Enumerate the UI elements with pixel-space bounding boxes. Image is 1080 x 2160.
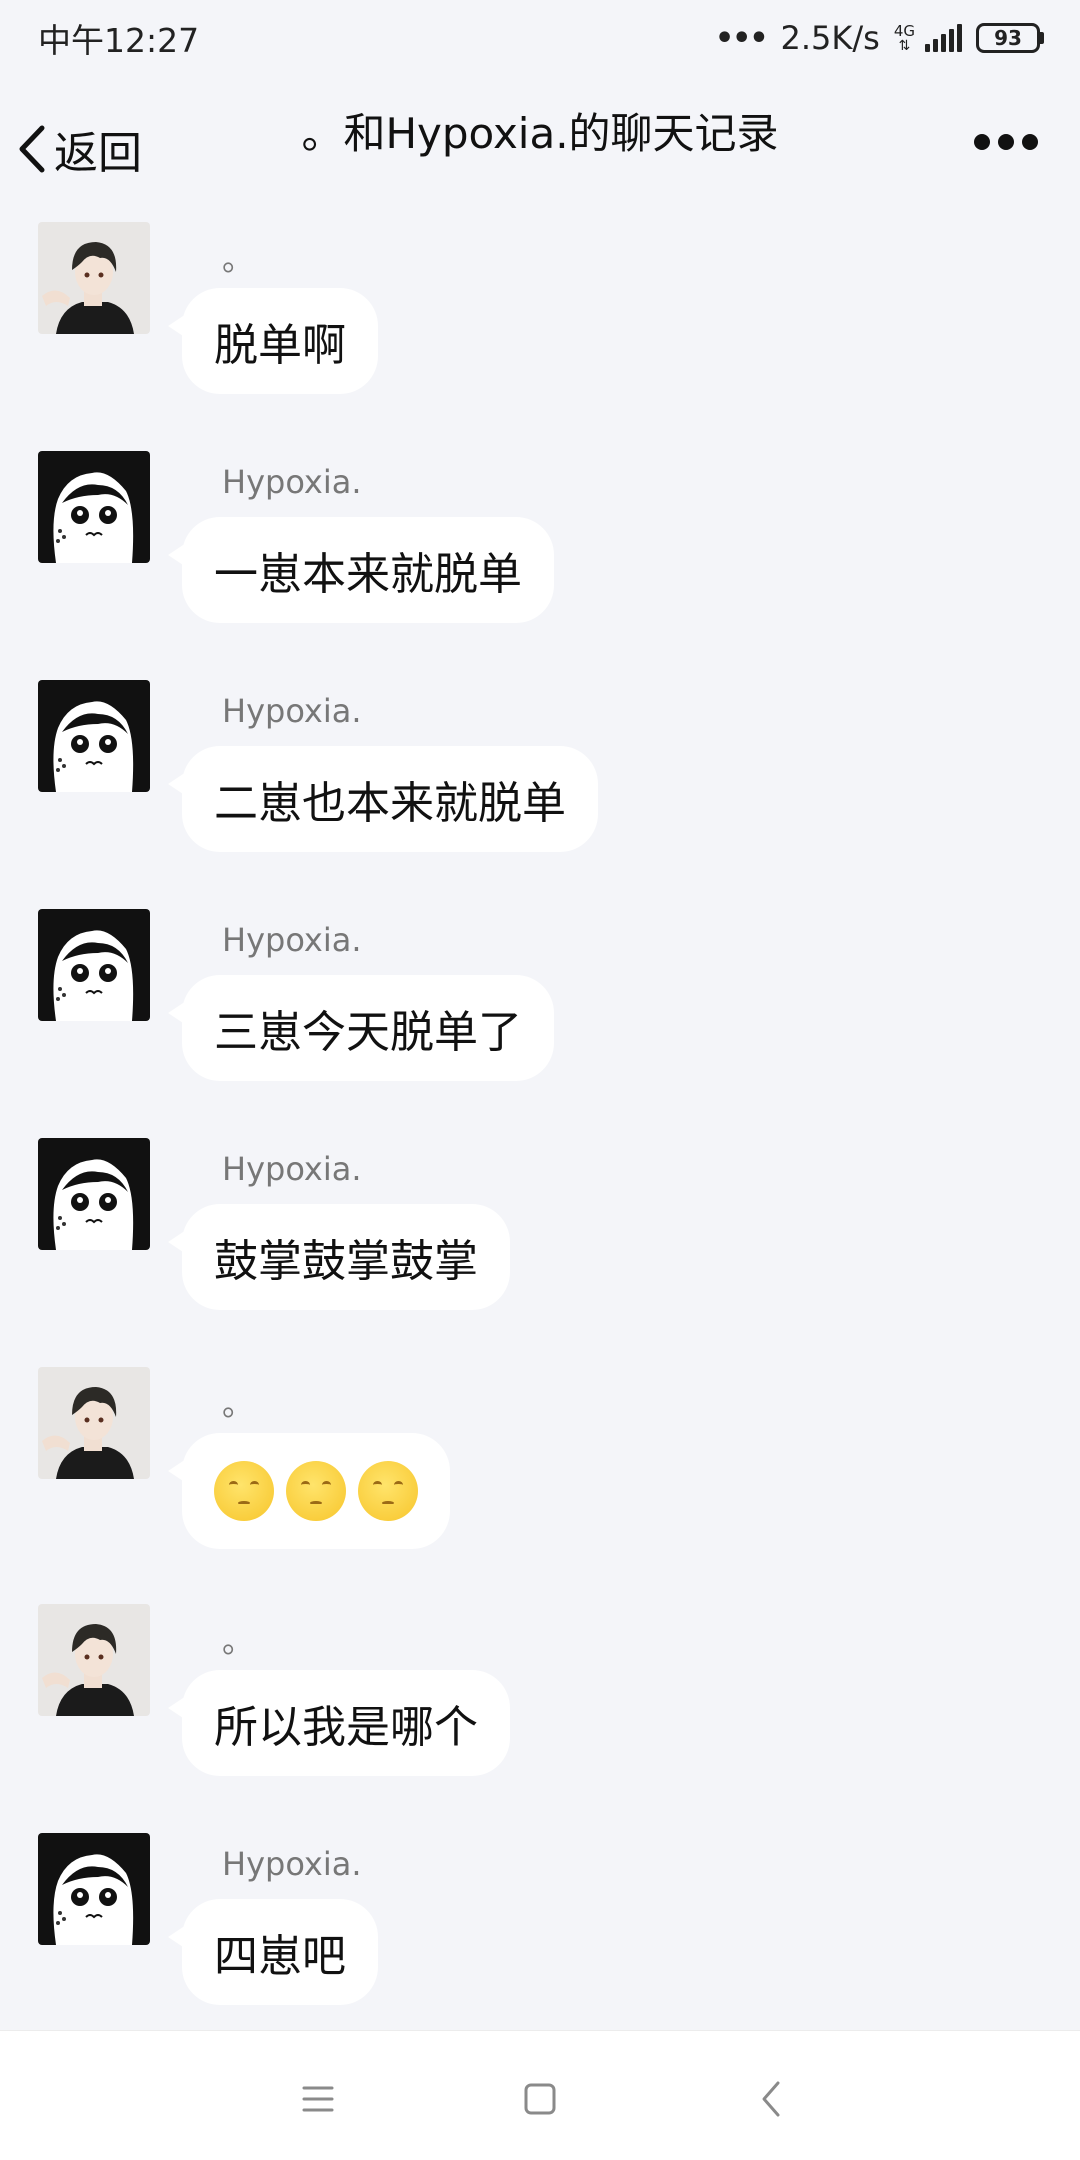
chat-history-screen: 中午12:27 ••• 2.5K/s 4G ⇅ 93 返回 。和Hypoxia.…: [0, 0, 1080, 2160]
boy-avatar[interactable]: [38, 1604, 150, 1716]
message-bubble[interactable]: 四崽吧: [168, 1899, 378, 2005]
sender-name: 。: [222, 1385, 255, 1423]
network-speed: 2.5K/s: [780, 19, 880, 57]
back-chevron-icon[interactable]: [752, 2079, 792, 2119]
girl-avatar[interactable]: [38, 680, 150, 792]
notification-dots: •••: [714, 20, 769, 56]
message-bubble[interactable]: 脱单啊: [168, 288, 378, 394]
sender-name: 。: [222, 1622, 255, 1660]
battery-icon: 93: [976, 23, 1044, 53]
sender-name: 。: [222, 240, 255, 278]
back-label: 返回: [54, 128, 142, 179]
girl-avatar[interactable]: [38, 1138, 150, 1250]
network-type: 4G ⇅: [893, 21, 915, 54]
girl-avatar[interactable]: [38, 909, 150, 1021]
pensive-face-icon: [214, 1461, 274, 1521]
message-bubble[interactable]: [168, 1433, 450, 1549]
home-square-icon[interactable]: [520, 2079, 560, 2119]
battery-level: 93: [976, 23, 1040, 53]
back-button[interactable]: 返回: [14, 114, 142, 184]
sender-name: Hypoxia.: [222, 1845, 362, 1883]
status-bar: 中午12:27 ••• 2.5K/s 4G ⇅ 93: [0, 0, 1080, 76]
message-bubble[interactable]: 鼓掌鼓掌鼓掌: [168, 1204, 510, 1310]
status-time: 中午12:27: [38, 21, 200, 60]
sender-name: Hypoxia.: [222, 1150, 362, 1188]
pensive-face-icon: [358, 1461, 418, 1521]
signal-icon: [925, 24, 962, 52]
message-bubble[interactable]: 三崽今天脱单了: [168, 975, 554, 1081]
message-bubble[interactable]: 所以我是哪个: [168, 1670, 510, 1776]
more-options-icon[interactable]: [974, 134, 1038, 150]
sender-name: Hypoxia.: [222, 463, 362, 501]
girl-avatar[interactable]: [38, 451, 150, 563]
sender-name: Hypoxia.: [222, 921, 362, 959]
sender-name: Hypoxia.: [222, 692, 362, 730]
girl-avatar[interactable]: [38, 1833, 150, 1945]
boy-avatar[interactable]: [38, 222, 150, 334]
title-bar: 返回 。和Hypoxia.的聊天记录: [0, 76, 1080, 216]
menu-icon[interactable]: [298, 2079, 338, 2119]
page-title: 。和Hypoxia.的聊天记录: [301, 109, 779, 158]
status-indicators: ••• 2.5K/s 4G ⇅ 93: [715, 19, 1044, 57]
pensive-face-icon: [286, 1461, 346, 1521]
system-nav-bar: [0, 2030, 1080, 2160]
message-bubble[interactable]: 二崽也本来就脱单: [168, 746, 598, 852]
back-chevron-icon: [19, 125, 45, 173]
message-bubble[interactable]: 一崽本来就脱单: [168, 517, 554, 623]
boy-avatar[interactable]: [38, 1367, 150, 1479]
